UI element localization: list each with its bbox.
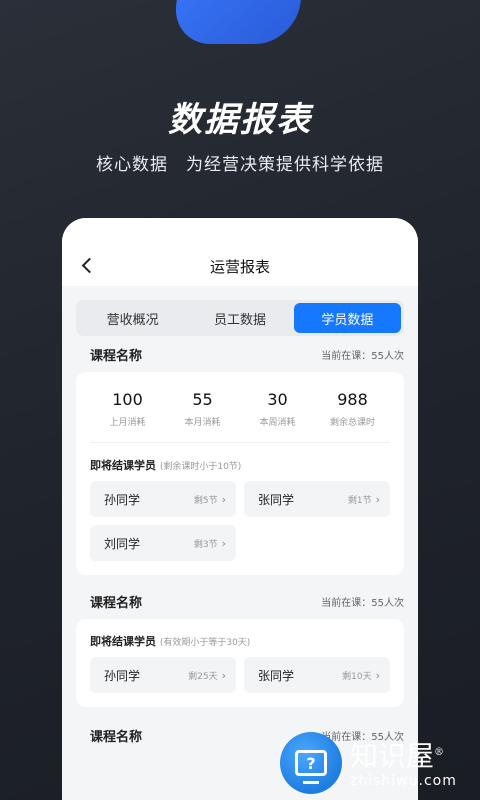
stat-label: 上月消耗 xyxy=(109,418,146,428)
chevron-right-icon: › xyxy=(375,668,380,682)
student-remaining: 剩5节 xyxy=(193,495,218,506)
hero-title: 数据报表 xyxy=(168,100,312,140)
tab-revenue-overview[interactable]: 营收概况 xyxy=(79,303,186,333)
phone-screen: 运营报表 营收概况 员工数据 学员数据 课程名称 当前在课：55人次 100 上… xyxy=(62,218,418,800)
tab-student-data[interactable]: 学员数据 xyxy=(293,303,401,333)
ending-students-title: 即将结课学员 (剩余课时小于10节) xyxy=(90,443,390,481)
app-header: 运营报表 xyxy=(62,218,418,286)
current-enrollment: 当前在课：55人次 xyxy=(321,597,404,609)
watermark-brand: 知识屋 xyxy=(350,739,435,773)
stat-this-week: 30 本周消耗 xyxy=(240,390,315,428)
chevron-right-icon: › xyxy=(375,492,380,506)
stat-value: 55 xyxy=(192,390,213,409)
ending-students-note: (剩余课时小于10节) xyxy=(159,462,242,472)
top-decoration xyxy=(170,0,310,44)
tab-staff-data[interactable]: 员工数据 xyxy=(186,303,293,333)
stat-value: 100 xyxy=(112,390,143,409)
course-card: 100 上月消耗 55 本月消耗 30 本周消耗 988 剩余总课时 即将结课学… xyxy=(76,372,404,575)
ending-students-label: 即将结课学员 xyxy=(90,459,156,472)
student-item[interactable]: 刘同学 剩3节 › xyxy=(90,525,236,561)
student-item[interactable]: 孙同学 剩5节 › xyxy=(90,481,236,517)
student-name: 孙同学 xyxy=(104,668,141,683)
student-name: 孙同学 xyxy=(104,492,141,507)
registered-mark: ® xyxy=(434,747,445,759)
course-card: 即将结课学员 (有效期小于等于30天) 孙同学 剩25天 › 张同学 剩10天 › xyxy=(76,619,404,707)
student-list: 孙同学 剩25天 › 张同学 剩10天 › xyxy=(90,657,390,707)
student-remaining: 剩1节 xyxy=(347,495,372,506)
course-name: 课程名称 xyxy=(90,729,143,745)
ending-students-title: 即将结课学员 (有效期小于等于30天) xyxy=(90,619,390,657)
computer-help-icon: ? xyxy=(280,732,342,794)
watermark-url: zhishiwu.com xyxy=(350,772,457,789)
stat-label: 剩余总课时 xyxy=(329,418,375,428)
student-name: 张同学 xyxy=(258,668,295,683)
stat-value: 30 xyxy=(267,390,288,409)
student-item[interactable]: 孙同学 剩25天 › xyxy=(90,657,236,693)
tab-bar: 营收概况 员工数据 学员数据 xyxy=(76,300,404,336)
current-enrollment: 当前在课：55人次 xyxy=(321,350,404,362)
student-name: 张同学 xyxy=(258,492,295,507)
ending-students-note: (有效期小于等于30天) xyxy=(159,638,251,648)
ending-students-label: 即将结课学员 xyxy=(90,635,156,648)
student-remaining: 剩10天 xyxy=(342,671,372,682)
student-list: 孙同学 剩5节 › 张同学 剩1节 › 刘同学 剩3节 › xyxy=(90,481,390,575)
student-remaining: 剩3节 xyxy=(193,539,218,550)
stat-remaining-hours: 988 剩余总课时 xyxy=(315,390,390,428)
stat-last-month: 100 上月消耗 xyxy=(90,390,165,428)
section-header: 课程名称 当前在课：55人次 xyxy=(62,583,418,619)
chevron-right-icon: › xyxy=(221,536,226,550)
hero-subtitle: 核心数据 为经营决策提供科学依据 xyxy=(96,155,384,175)
student-item[interactable]: 张同学 剩1节 › xyxy=(244,481,390,517)
student-name: 刘同学 xyxy=(104,536,141,551)
stats-row: 100 上月消耗 55 本月消耗 30 本周消耗 988 剩余总课时 xyxy=(90,372,390,443)
chevron-right-icon: › xyxy=(221,668,226,682)
stat-value: 988 xyxy=(337,390,368,409)
student-item[interactable]: 张同学 剩10天 › xyxy=(244,657,390,693)
chevron-right-icon: › xyxy=(221,492,226,506)
section-header: 课程名称 当前在课：55人次 xyxy=(62,336,418,372)
student-remaining: 剩25天 xyxy=(188,671,218,682)
watermark-logo: ? 知识屋® zhishiwu.com xyxy=(280,726,480,800)
stat-label: 本周消耗 xyxy=(259,418,296,428)
course-name: 课程名称 xyxy=(90,595,143,611)
course-name: 课程名称 xyxy=(90,348,143,364)
page-title: 运营报表 xyxy=(209,258,270,276)
stat-label: 本月消耗 xyxy=(184,418,221,428)
stat-this-month: 55 本月消耗 xyxy=(165,390,240,428)
